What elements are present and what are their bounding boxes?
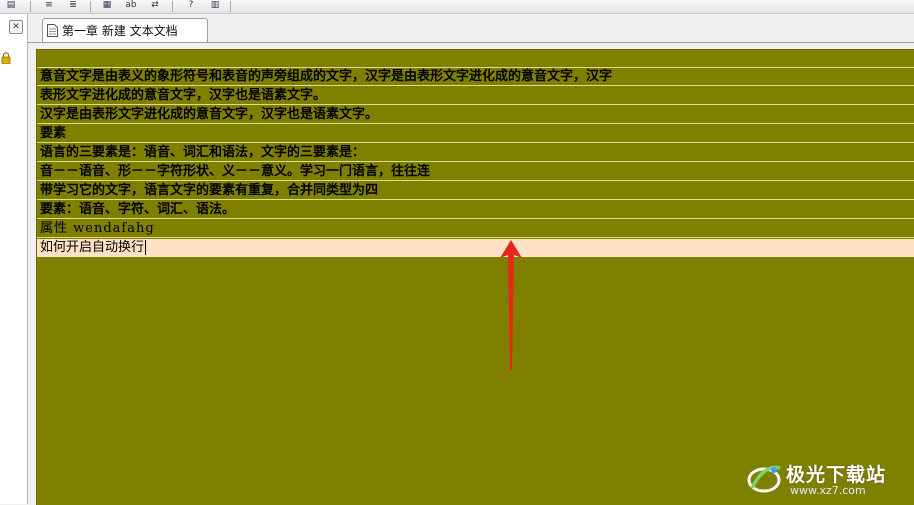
editor-line[interactable]: 汉字是由表形文字进化成的意音文字，汉字也是语素文字。	[37, 106, 914, 124]
editor-line[interactable]	[37, 50, 914, 68]
toolbar-separator	[90, 1, 91, 12]
tab-document[interactable]: 第一章 新建 文本文档	[42, 18, 208, 42]
outdent-icon[interactable]: ≣	[66, 0, 80, 11]
toolbar-separator	[230, 1, 231, 12]
editor-line[interactable]: 意音文字是由表义的象形符号和表音的声旁组成的文字，汉字是由表形文字进化成的意音文…	[37, 68, 914, 86]
text-document-icon	[47, 24, 58, 37]
left-panel: ✕	[0, 14, 28, 504]
toolbar-separator	[172, 1, 173, 12]
indent-icon[interactable]: ≡	[42, 0, 56, 11]
editor-line[interactable]: 音－－语音、形－－字符形状、义－－意义。学习一门语言，往往连	[37, 163, 914, 181]
toolbar-separator	[30, 1, 31, 12]
editor-line[interactable]: 要素	[37, 125, 914, 143]
document-icon[interactable]: ▤	[4, 0, 18, 11]
replace-icon[interactable]: ⇄	[148, 0, 162, 11]
notes-icon[interactable]: ▥	[208, 0, 222, 11]
watermark-url: www.xz7.com	[790, 484, 866, 497]
watermark-title: 极光下载站	[786, 464, 887, 486]
editor-line[interactable]: 属性 wendafahg	[37, 220, 914, 238]
editor-current-line[interactable]: 如何开启自动换行	[37, 239, 914, 257]
text-caret	[145, 240, 147, 255]
editor-line[interactable]: 带学习它的文字，语言文字的要素有重复，合并同类型为四	[37, 182, 914, 200]
editor-line[interactable]: 语言的三要素是：语音、词汇和语法，文字的三要素是：	[37, 144, 914, 162]
help-icon[interactable]: ?	[184, 0, 198, 11]
editor-line[interactable]: 表形文字进化成的意音文字，汉字也是语素文字。	[37, 87, 914, 105]
tab-strip: 第一章 新建 文本文档	[28, 14, 914, 43]
close-panel-icon[interactable]: ✕	[9, 20, 23, 34]
watermark-logo-icon	[747, 465, 781, 493]
toolbar: ▤ ≡ ≣ ▦ ab ⇄ ? ▥	[0, 0, 914, 14]
tab-label: 第一章 新建 文本文档	[62, 24, 178, 38]
editor-line[interactable]: 要素：语音、字符、词汇、语法。	[37, 201, 914, 219]
text-editor[interactable]: 意音文字是由表义的象形符号和表音的声旁组成的文字，汉字是由表形文字进化成的意音文…	[36, 49, 914, 505]
spellcheck-icon[interactable]: ab	[124, 0, 138, 11]
watermark: 极光下载站 www.xz7.com	[746, 458, 906, 498]
lock-icon	[1, 52, 11, 64]
grid-icon[interactable]: ▦	[100, 0, 114, 11]
annotation-arrow-icon	[500, 240, 522, 370]
current-line-text: 如何开启自动换行	[40, 240, 145, 255]
